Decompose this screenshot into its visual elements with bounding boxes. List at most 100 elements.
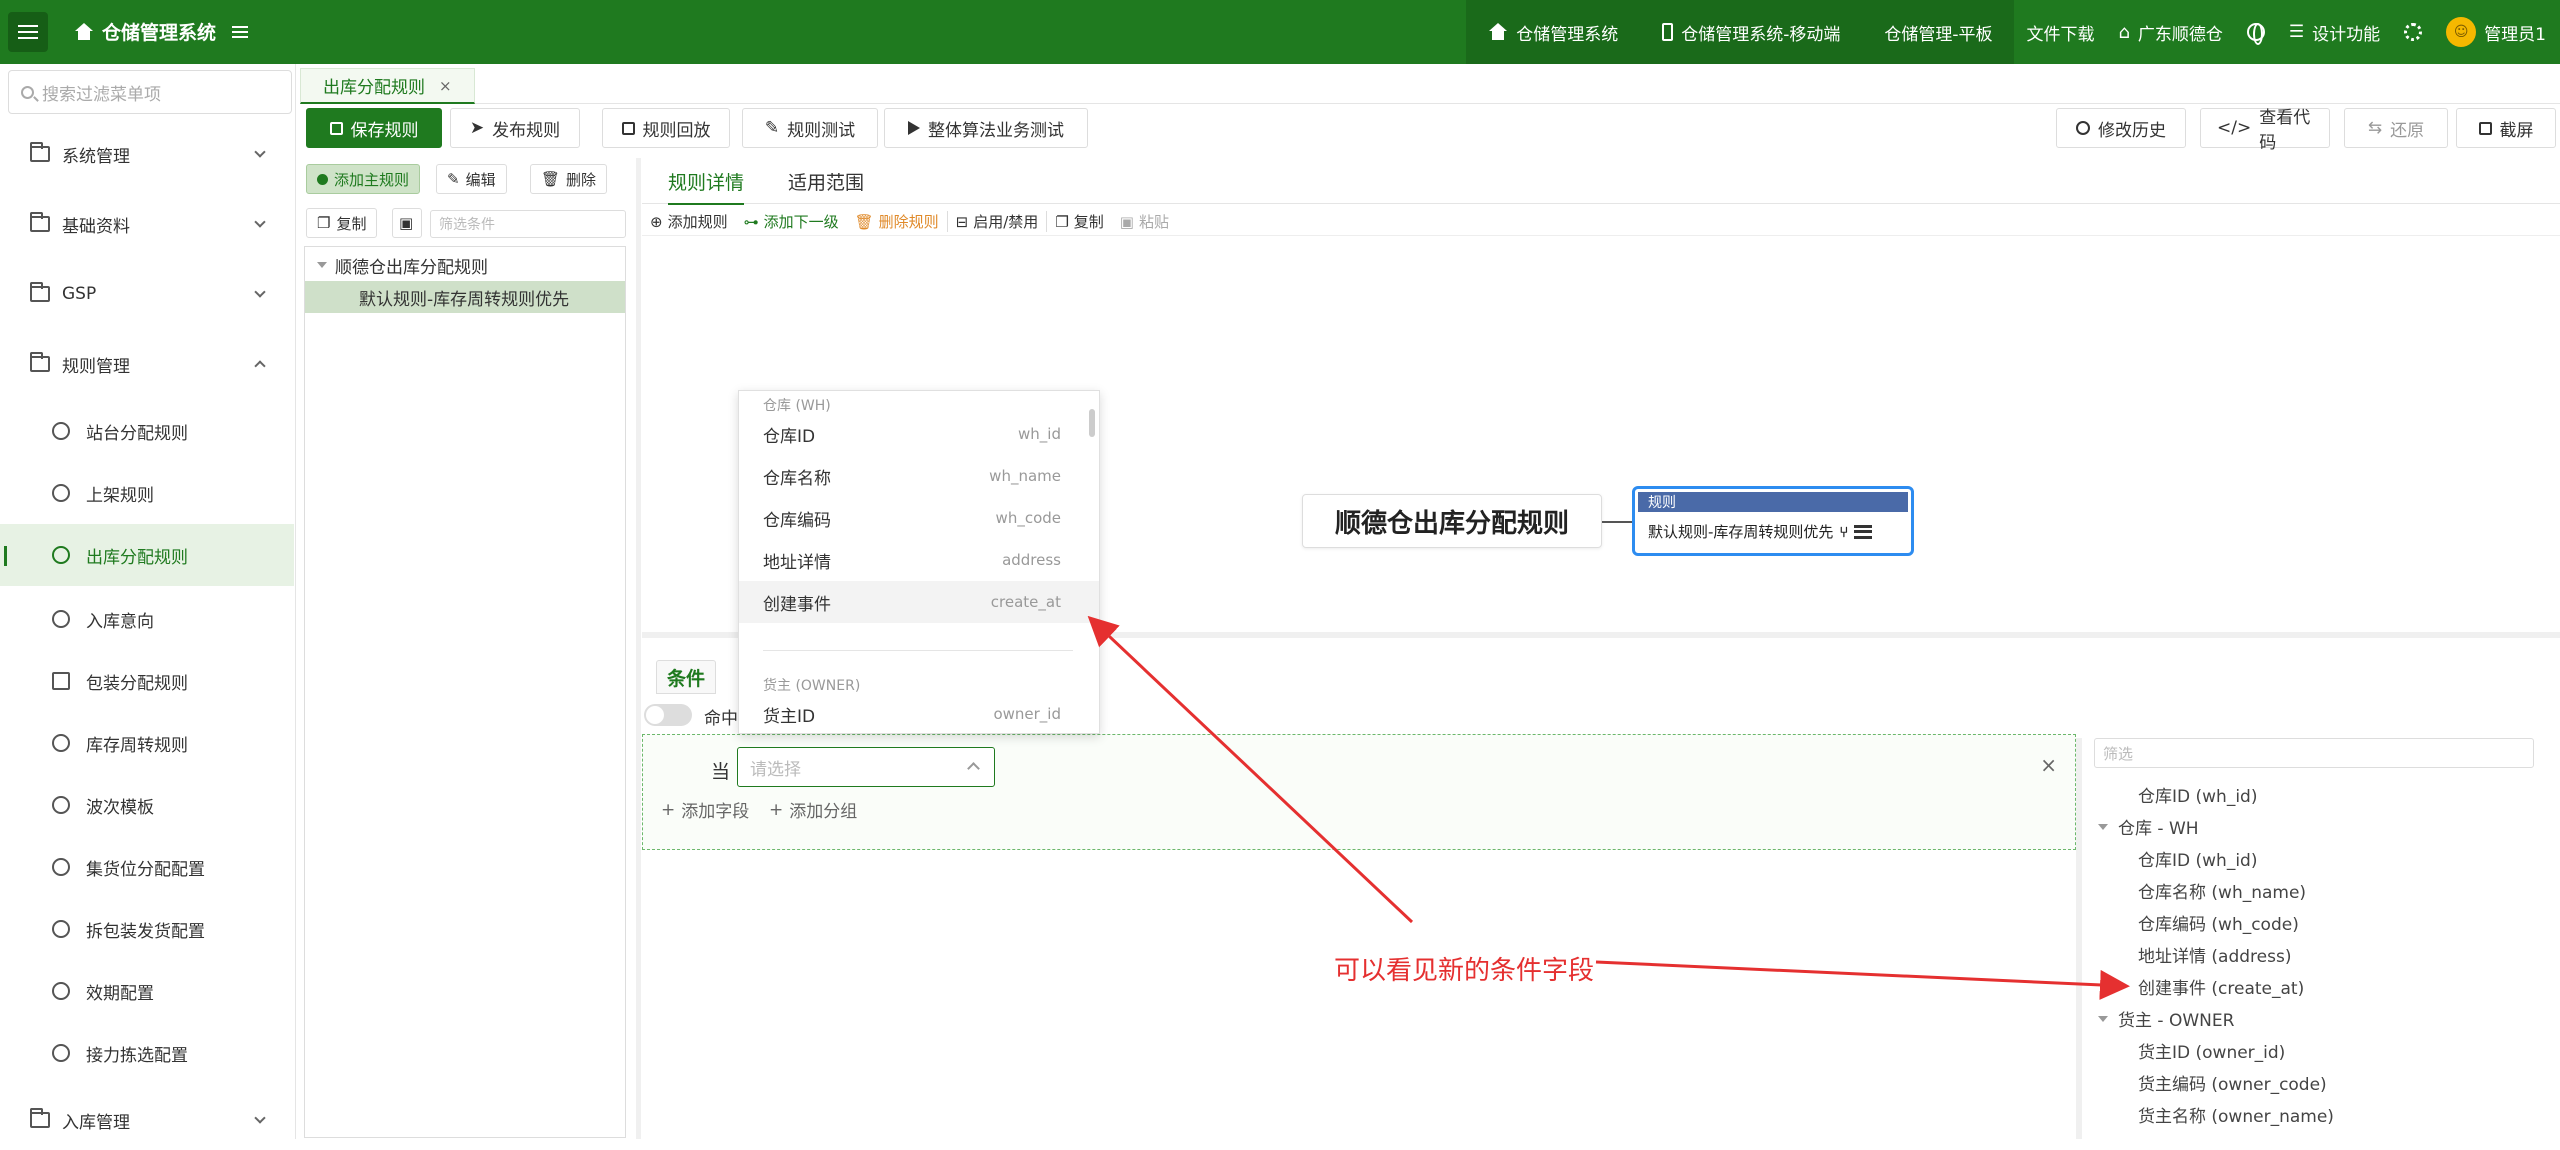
sidebar-item-inbound-intent[interactable]: 入库意向 bbox=[0, 588, 294, 650]
sidebar-item-package-rule[interactable]: 包装分配规则 bbox=[0, 650, 294, 712]
sidebar-item-relay-config[interactable]: 接力拣选配置 bbox=[0, 1022, 294, 1084]
language-button[interactable] bbox=[2235, 0, 2277, 64]
field-item[interactable]: 仓库ID (wh_id) bbox=[2138, 846, 2257, 871]
close-icon[interactable]: × bbox=[2040, 753, 2057, 777]
rule-tree-panel: 添加主规则 ✎ 编辑 🗑 删除 ❐ 复制 ▣ 筛选条件 顺德仓出库分配规则 默认规则-… bbox=[304, 158, 628, 1139]
close-icon[interactable]: × bbox=[439, 77, 452, 95]
field-item[interactable]: 货主编码 (owner_code) bbox=[2138, 1070, 2327, 1095]
field-filter-input[interactable]: 筛选 bbox=[2094, 738, 2534, 768]
app-brand[interactable]: 仓储管理系统 bbox=[74, 18, 249, 45]
copy-tool[interactable]: ❐ 复制 bbox=[1046, 211, 1111, 232]
test-rule-button[interactable]: ✎ 规则测试 bbox=[742, 108, 878, 148]
field-group-wh[interactable]: 仓库 - WH bbox=[2098, 814, 2199, 839]
field-item[interactable]: 仓库编码 (wh_code) bbox=[2138, 910, 2299, 935]
sidebar-group-basic[interactable]: 基础资料 bbox=[0, 194, 296, 254]
detail-tabs: 规则详情 适用范围 bbox=[642, 158, 2560, 205]
tree-filter-input[interactable]: 筛选条件 bbox=[430, 210, 626, 238]
vertical-splitter[interactable] bbox=[636, 158, 641, 1139]
tree-root-node[interactable]: 顺德仓出库分配规则 bbox=[305, 249, 625, 281]
delete-rule-tool[interactable]: 🗑 删除规则 bbox=[847, 211, 947, 232]
dropdown-group-label: 仓库 (WH) bbox=[763, 398, 831, 414]
field-select[interactable]: 请选择 bbox=[737, 747, 995, 787]
caret-down-icon[interactable] bbox=[2098, 823, 2108, 830]
menu-toggle-button[interactable] bbox=[8, 12, 48, 52]
field-item[interactable]: 货主ID (owner_id) bbox=[2138, 1038, 2285, 1063]
canvas-rule-node[interactable]: 规则 默认规则-库存周转规则优先 ⑂ bbox=[1632, 486, 1914, 556]
phone-icon bbox=[1662, 23, 1674, 41]
sidebar-item-collect-config[interactable]: 集货位分配配置 bbox=[0, 836, 294, 898]
field-item[interactable]: 货主名称 (owner_name) bbox=[2138, 1102, 2334, 1127]
sidebar-group-rules[interactable]: 规则管理 bbox=[0, 334, 296, 394]
nav-item-wms[interactable]: 仓储管理系统 bbox=[1466, 0, 1641, 64]
sidebar-item-putaway-rule[interactable]: 上架规则 bbox=[0, 462, 294, 524]
sidebar-item-turnover-rule[interactable]: 库存周转规则 bbox=[0, 712, 294, 774]
sidebar-item-unpack-config[interactable]: 拆包装发货配置 bbox=[0, 898, 294, 960]
screenshot-button[interactable]: 截屏 bbox=[2456, 108, 2556, 148]
rule-node-header: 规则 bbox=[1638, 492, 1908, 512]
tab-outbound-rule[interactable]: 出库分配规则 × bbox=[300, 68, 475, 104]
edit-button[interactable]: ✎ 编辑 bbox=[436, 164, 507, 194]
field-group-owner[interactable]: 货主 - OWNER bbox=[2098, 1006, 2234, 1031]
add-group-button[interactable]: + 添加分组 bbox=[769, 797, 857, 823]
add-child-tool[interactable]: ⊶ 添加下一级 bbox=[736, 211, 847, 232]
add-main-rule-button[interactable]: 添加主规则 bbox=[306, 164, 421, 194]
nav-item-design[interactable]: ☰ 设计功能 bbox=[2277, 0, 2392, 64]
nav-item-download[interactable]: 文件下载 bbox=[2014, 0, 2106, 64]
save-icon bbox=[329, 121, 343, 135]
delete-button[interactable]: 🗑 删除 bbox=[530, 164, 608, 194]
menu-lines-icon[interactable] bbox=[232, 25, 249, 38]
paste-tool[interactable]: ▣ 粘贴 bbox=[1112, 211, 1177, 232]
save-rule-button[interactable]: 保存规则 bbox=[306, 108, 442, 148]
restore-button[interactable]: ⇆ 还原 bbox=[2344, 108, 2448, 148]
view-code-button[interactable]: </> 查看代码 bbox=[2200, 108, 2330, 153]
field-item[interactable]: 仓库名称 (wh_name) bbox=[2138, 878, 2306, 903]
copy-icon: ❐ bbox=[1055, 212, 1069, 231]
dropdown-option[interactable]: 仓库ID wh_id bbox=[739, 413, 1099, 455]
dropdown-option[interactable]: 仓库名称 wh_name bbox=[739, 455, 1099, 497]
user-menu[interactable]: ☺ 管理员1 bbox=[2434, 0, 2560, 64]
dropdown-option[interactable]: 仓库编码 wh_code bbox=[739, 497, 1099, 539]
dropdown-option[interactable]: 创建事件 create_at bbox=[739, 581, 1099, 623]
nav-item-mobile[interactable]: 仓储管理系统-移动端 bbox=[1640, 0, 1863, 64]
dropdown-scrollbar[interactable] bbox=[1089, 409, 1095, 437]
copy-icon: ❐ bbox=[317, 214, 331, 232]
add-rule-tool[interactable]: ⊕ 添加规则 bbox=[642, 211, 736, 232]
nav-item-warehouse[interactable]: ⌂ 广东顺德仓 bbox=[2106, 0, 2234, 64]
branch-icon[interactable]: ⑂ bbox=[1839, 523, 1848, 541]
playback-button[interactable]: 规则回放 bbox=[602, 108, 730, 148]
tab-condition[interactable]: 条件 bbox=[656, 660, 716, 694]
dropdown-divider bbox=[763, 650, 1073, 651]
publish-rule-button[interactable]: ➤ 发布规则 bbox=[450, 108, 580, 148]
caret-down-icon[interactable] bbox=[317, 262, 327, 268]
menu-search-input[interactable]: 搜索过滤菜单项 bbox=[8, 70, 292, 114]
sidebar-item-outbound-rule[interactable]: 出库分配规则 bbox=[0, 524, 294, 586]
sidebar-item-station-rule[interactable]: 站台分配规则 bbox=[0, 400, 294, 462]
history-button[interactable]: 修改历史 bbox=[2056, 108, 2186, 148]
field-panel-splitter[interactable] bbox=[2076, 738, 2082, 1139]
toggle-tool[interactable]: ⊟ 启用/禁用 bbox=[946, 211, 1047, 232]
list-icon[interactable] bbox=[1854, 524, 1873, 539]
sidebar-group-gsp[interactable]: GSP bbox=[0, 264, 296, 324]
nav-item-tablet[interactable]: 仓储管理-平板 bbox=[1862, 0, 2015, 64]
tab-scope[interactable]: 适用范围 bbox=[788, 168, 864, 203]
tree-child-node[interactable]: 默认规则-库存周转规则优先 bbox=[305, 281, 625, 313]
sidebar-group-system[interactable]: 系统管理 bbox=[0, 124, 296, 184]
caret-down-icon[interactable] bbox=[2098, 1015, 2108, 1022]
dropdown-option[interactable]: 货主ID owner_id bbox=[739, 693, 1099, 733]
sidebar-item-expiry-config[interactable]: 效期配置 bbox=[0, 960, 294, 1022]
settings-button[interactable] bbox=[2392, 0, 2434, 64]
field-item[interactable]: 创建事件 (create_at) bbox=[2138, 974, 2304, 999]
paste-button[interactable]: ▣ bbox=[392, 208, 422, 238]
copy-button[interactable]: ❐ 复制 bbox=[306, 208, 378, 238]
hit-toggle[interactable] bbox=[644, 704, 692, 726]
canvas-root-node[interactable]: 顺德仓出库分配规则 bbox=[1302, 494, 1602, 548]
sidebar-group-inbound[interactable]: 入库管理 bbox=[0, 1090, 296, 1150]
dropdown-option[interactable]: 地址详情 address bbox=[739, 539, 1099, 581]
algo-test-button[interactable]: 整体算法业务测试 bbox=[884, 108, 1088, 148]
tab-rule-detail[interactable]: 规则详情 bbox=[668, 168, 745, 205]
add-field-button[interactable]: + 添加字段 bbox=[661, 797, 749, 823]
field-item[interactable]: 地址详情 (address) bbox=[2138, 942, 2291, 967]
field-item[interactable]: 仓库ID (wh_id) bbox=[2138, 782, 2257, 807]
broom-icon bbox=[52, 734, 70, 752]
sidebar-item-wave-template[interactable]: 波次模板 bbox=[0, 774, 294, 836]
